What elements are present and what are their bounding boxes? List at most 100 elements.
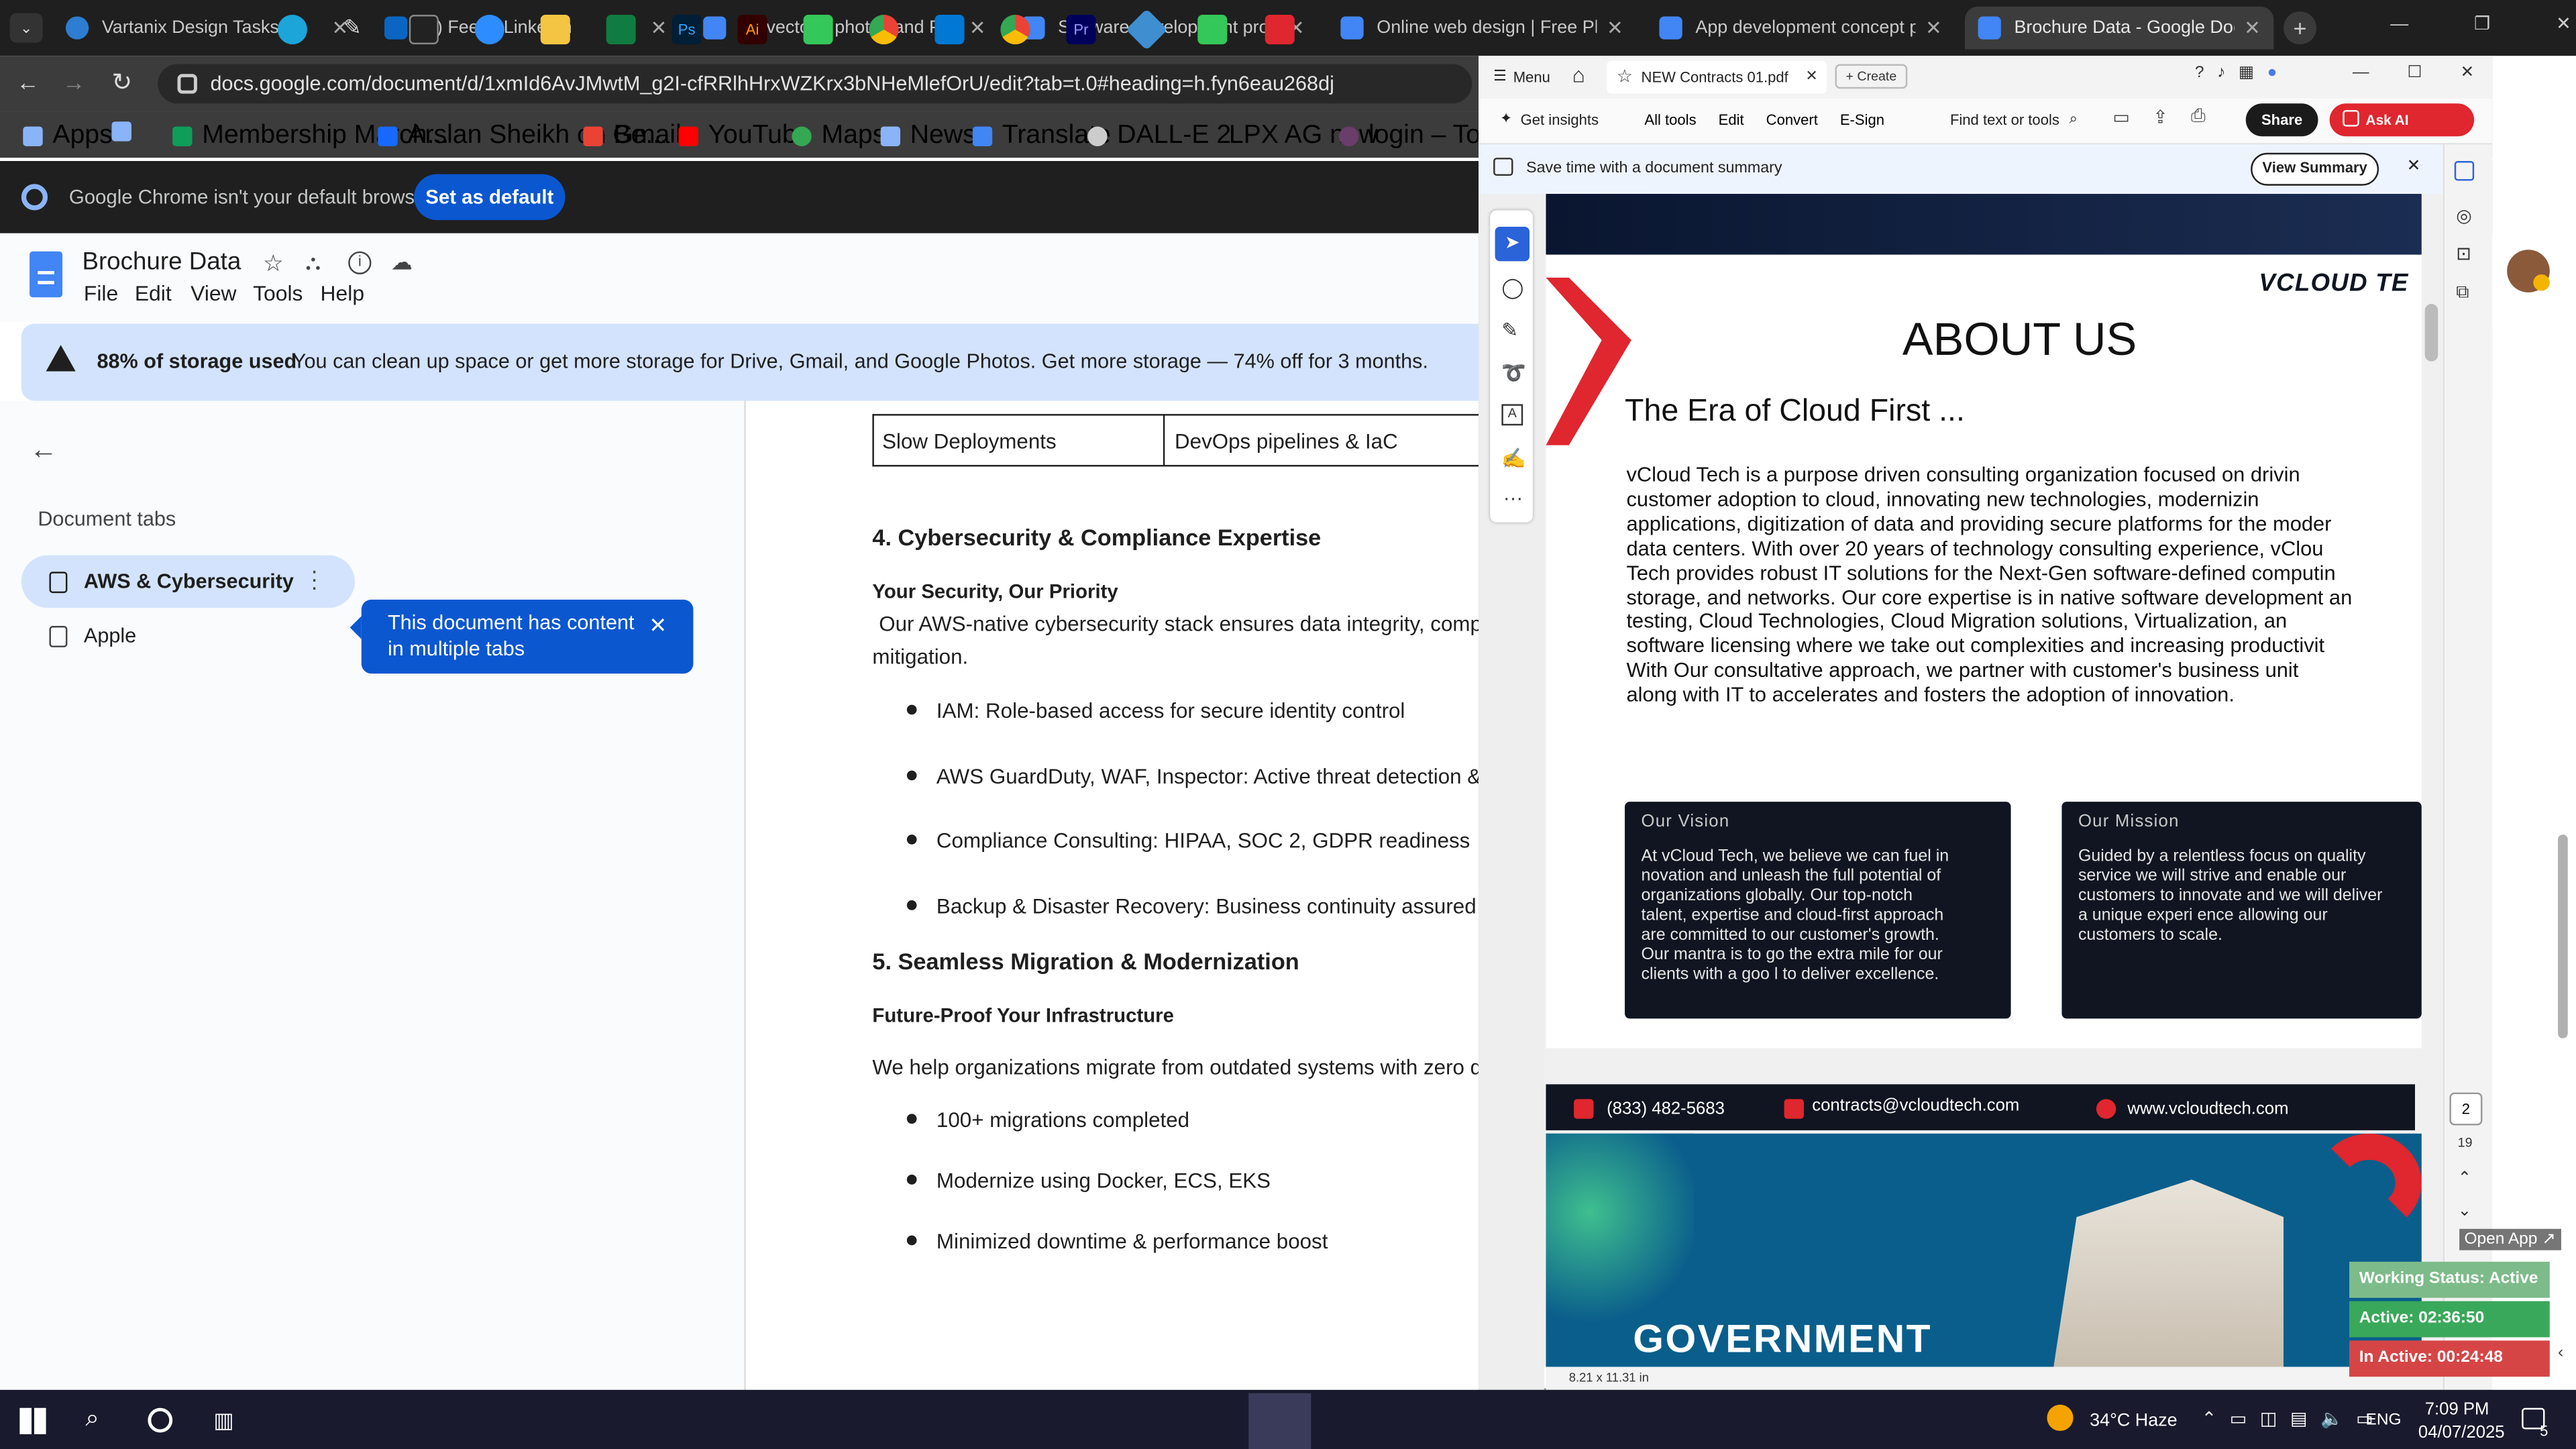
- create-button[interactable]: + Create: [1835, 64, 1908, 89]
- pen-tool-icon[interactable]: ✎: [343, 15, 373, 44]
- tool-convert[interactable]: Convert: [1766, 112, 1818, 128]
- details-icon[interactable]: i: [348, 251, 372, 274]
- next-page-icon[interactable]: ⌄: [2458, 1203, 2472, 1221]
- comment-icon[interactable]: ◯: [1501, 276, 1523, 299]
- premiere-icon[interactable]: Pr: [1066, 15, 1096, 45]
- back-icon[interactable]: ←: [16, 69, 39, 95]
- close-icon[interactable]: ✕: [969, 16, 986, 39]
- storage-warning-text[interactable]: You can clean up space or get more stora…: [292, 350, 1467, 373]
- close-icon[interactable]: ✕: [649, 612, 667, 639]
- close-icon[interactable]: ✕: [1607, 16, 1623, 39]
- tool-edit[interactable]: Edit: [1719, 112, 1744, 128]
- set-as-default-button[interactable]: Set as default: [414, 174, 566, 221]
- star-icon[interactable]: ☆: [263, 250, 284, 278]
- network-icon[interactable]: ▤: [2290, 1408, 2307, 1429]
- save-icon[interactable]: ▭: [2112, 107, 2129, 128]
- doc-tab-apple[interactable]: Apple: [84, 625, 136, 647]
- open-app-link[interactable]: Open App ↗: [2459, 1228, 2561, 1250]
- text-box-icon[interactable]: A: [1501, 404, 1523, 426]
- menu-file[interactable]: File: [84, 281, 118, 306]
- maximize-icon[interactable]: ❐: [2474, 13, 2490, 34]
- docs-scrollbar[interactable]: [2558, 835, 2568, 1038]
- green-app-icon[interactable]: [803, 15, 833, 45]
- vscode-icon[interactable]: [934, 15, 965, 45]
- document-title[interactable]: Brochure Data: [82, 248, 241, 276]
- help-icon[interactable]: ?: [2195, 64, 2204, 83]
- more-options-icon[interactable]: · · ·: [311, 559, 318, 598]
- excel-icon[interactable]: [606, 15, 636, 45]
- cortana-icon[interactable]: [148, 1407, 173, 1433]
- bookmark-maps[interactable]: Maps: [792, 121, 885, 151]
- bell-icon[interactable]: ♪: [2217, 64, 2225, 83]
- close-icon[interactable]: ✕: [651, 16, 667, 39]
- weather-text[interactable]: 34°C Haze: [2090, 1411, 2178, 1431]
- tab-search-button[interactable]: ⌄: [9, 13, 43, 43]
- draw-lasso-icon[interactable]: ➰: [1501, 362, 1526, 384]
- language-indicator[interactable]: ENG: [2366, 1411, 2402, 1430]
- green-app-icon-2[interactable]: [1197, 15, 1228, 45]
- previous-page-icon[interactable]: ⌃: [2458, 1170, 2472, 1188]
- pdf-scrollbar[interactable]: [2424, 304, 2438, 362]
- sign-icon[interactable]: ✍: [1501, 447, 1526, 470]
- browser-tab-web-design[interactable]: Online web design | Free Photo ✕: [1328, 7, 1636, 50]
- acrobat-icon[interactable]: [1265, 15, 1295, 45]
- view-summary-button[interactable]: View Summary: [2251, 152, 2379, 186]
- comments-panel-icon[interactable]: ◎: [2456, 205, 2472, 227]
- minimize-icon[interactable]: —: [2353, 64, 2369, 83]
- star-icon[interactable]: ☆: [1617, 66, 1633, 87]
- close-icon[interactable]: ✕: [2244, 16, 2261, 39]
- share-button[interactable]: Share: [2245, 103, 2318, 137]
- profile-icon[interactable]: ●: [2267, 64, 2277, 83]
- chrome-icon[interactable]: [869, 15, 899, 45]
- task-view-icon[interactable]: ▥: [213, 1408, 233, 1434]
- reload-icon[interactable]: ↻: [112, 67, 133, 97]
- acrobat-taskbar-active[interactable]: [1248, 1393, 1311, 1449]
- browser-tab-app-dev[interactable]: App development concept pers ✕: [1646, 7, 1955, 50]
- home-icon[interactable]: ⌂: [1572, 62, 1585, 87]
- find-tools-search[interactable]: Find text or tools ⌕: [1950, 110, 2078, 128]
- acrobat-menu-button[interactable]: ☰ Menu: [1493, 67, 1550, 85]
- close-icon[interactable]: ✕: [1805, 67, 1817, 85]
- menu-tools[interactable]: Tools: [253, 281, 303, 306]
- back-arrow-icon[interactable]: ←: [30, 434, 58, 467]
- camera-icon[interactable]: ◫: [2260, 1408, 2277, 1429]
- print-icon[interactable]: ⎙: [2191, 107, 2206, 128]
- page-number-input[interactable]: 2: [2449, 1092, 2483, 1126]
- bookmark-apps[interactable]: Apps: [23, 121, 113, 151]
- close-icon[interactable]: ✕: [1925, 16, 1942, 39]
- volume-icon[interactable]: 🔈: [2320, 1408, 2343, 1429]
- highlight-pen-icon[interactable]: ✎: [1501, 319, 1518, 341]
- menu-help[interactable]: Help: [321, 281, 365, 306]
- illustrator-icon[interactable]: Ai: [737, 15, 767, 45]
- file-explorer-icon[interactable]: [540, 15, 570, 45]
- chrome-icon-2[interactable]: [1000, 15, 1030, 45]
- minimize-icon[interactable]: —: [2390, 14, 2408, 34]
- upload-icon[interactable]: ⇪: [2153, 107, 2168, 128]
- browser-tab-vartanix[interactable]: Vartanix Design Tasks ✕: [52, 7, 361, 50]
- ai-panel-icon[interactable]: [2454, 161, 2475, 181]
- clock-time[interactable]: 7:09 PM: [2425, 1400, 2489, 1419]
- tool-esign[interactable]: E-Sign: [1840, 112, 1884, 128]
- terminal-icon[interactable]: [409, 15, 439, 45]
- close-icon[interactable]: ✕: [2407, 158, 2421, 176]
- bookmark-grid[interactable]: [111, 121, 142, 142]
- edge-icon[interactable]: [277, 15, 307, 45]
- menu-edit[interactable]: Edit: [135, 281, 172, 306]
- bookmark-gmail[interactable]: Gmail: [583, 121, 682, 151]
- move-to-drive-icon[interactable]: ⛬: [306, 250, 321, 276]
- windows-start-icon[interactable]: [19, 1407, 46, 1434]
- new-tab-button[interactable]: +: [2284, 11, 2317, 45]
- maximize-icon[interactable]: ☐: [2408, 64, 2422, 83]
- bookmarks-panel-icon[interactable]: ⊡: [2456, 243, 2471, 264]
- tool-all-tools[interactable]: All tools: [1644, 112, 1696, 128]
- zoom-icon[interactable]: [474, 15, 504, 45]
- menu-view[interactable]: View: [191, 281, 236, 306]
- collapse-arrow-icon[interactable]: ‹: [2558, 1344, 2563, 1362]
- address-bar[interactable]: docs.google.com/document/d/1xmId6AvJMwtM…: [158, 64, 1472, 104]
- forward-icon[interactable]: →: [62, 69, 85, 95]
- get-insights-button[interactable]: ✦ Get insights: [1500, 110, 1599, 128]
- pages-panel-icon[interactable]: ⧉: [2456, 282, 2469, 304]
- bookmark-news[interactable]: News: [880, 121, 976, 151]
- cloud-status-icon[interactable]: ☁: [391, 250, 413, 276]
- clock-date[interactable]: 04/07/2025: [2418, 1423, 2505, 1442]
